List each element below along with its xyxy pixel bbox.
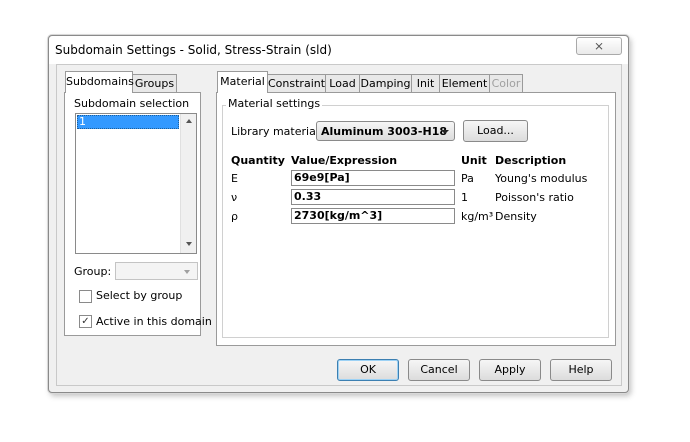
title-bar[interactable]: Subdomain Settings - Solid, Stress-Strai… — [49, 36, 628, 64]
tab-damping[interactable]: Damping — [359, 74, 412, 93]
library-material-label: Library material: — [231, 125, 323, 138]
dialog-window: Subdomain Settings - Solid, Stress-Strai… — [48, 35, 629, 393]
ok-button-label: OK — [360, 363, 376, 376]
value-rho-input[interactable]: 2730[kg/m^3] — [291, 208, 455, 224]
help-button[interactable]: Help — [550, 359, 612, 381]
header-description: Description — [495, 154, 567, 167]
select-by-group-checkbox[interactable] — [79, 290, 92, 303]
tab-constraint[interactable]: Constraint — [267, 74, 326, 93]
tab-color: Color — [489, 74, 523, 93]
library-material-value: Aluminum 3003-H18 — [321, 125, 447, 138]
quantity-rho: ρ — [231, 210, 238, 223]
scroll-up-button[interactable] — [181, 114, 197, 130]
description-rho: Density — [495, 210, 537, 223]
tab-color-label: Color — [491, 77, 521, 90]
dialog-client-area: Subdomains Groups Subdomain selection 1 — [56, 64, 622, 386]
tab-init[interactable]: Init — [411, 74, 440, 93]
tab-damping-label: Damping — [360, 77, 411, 90]
tab-constraint-label: Constraint — [268, 77, 326, 90]
cancel-button-label: Cancel — [420, 363, 458, 376]
arrow-down-icon — [186, 242, 192, 246]
scroll-down-button[interactable] — [181, 236, 197, 252]
help-button-label: Help — [568, 363, 594, 376]
apply-button-label: Apply — [494, 363, 526, 376]
window-title: Subdomain Settings - Solid, Stress-Strai… — [55, 43, 332, 57]
tab-subdomains-label: Subdomains — [66, 75, 134, 88]
tab-element-label: Element — [441, 77, 488, 90]
value-nu-text: 0.33 — [294, 190, 322, 203]
active-in-domain-checkbox[interactable]: ✓ — [79, 315, 92, 328]
list-item-label: 1 — [79, 115, 86, 128]
tab-load-label: Load — [329, 77, 356, 90]
value-nu-input[interactable]: 0.33 — [291, 189, 455, 205]
chevron-down-icon — [184, 270, 190, 274]
tab-material[interactable]: Material — [217, 71, 268, 93]
library-material-select[interactable]: Aluminum 3003-H18 — [316, 121, 455, 141]
group-label: Group: — [74, 265, 112, 278]
unit-rho: kg/m³ — [461, 210, 494, 223]
close-button[interactable]: ⨯ — [576, 37, 622, 55]
select-by-group-label: Select by group — [96, 289, 183, 302]
tab-element[interactable]: Element — [439, 74, 490, 93]
value-rho-text: 2730[kg/m^3] — [294, 209, 383, 222]
description-e: Young's modulus — [495, 172, 588, 185]
tab-subdomains[interactable]: Subdomains — [65, 71, 134, 93]
header-value: Value/Expression — [291, 154, 398, 167]
apply-button[interactable]: Apply — [479, 359, 541, 381]
close-icon: ⨯ — [593, 39, 605, 53]
tab-groups[interactable]: Groups — [132, 74, 177, 93]
active-in-domain-label: Active in this domain — [96, 315, 212, 328]
check-icon: ✓ — [81, 316, 90, 327]
cancel-button[interactable]: Cancel — [408, 359, 470, 381]
header-quantity: Quantity — [231, 154, 285, 167]
load-button[interactable]: Load... — [463, 120, 528, 142]
quantity-e: E — [231, 172, 238, 185]
arrow-up-icon — [186, 119, 192, 123]
subdomain-listbox[interactable]: 1 — [75, 113, 197, 254]
tab-load[interactable]: Load — [325, 74, 360, 93]
ok-button[interactable]: OK — [337, 359, 399, 381]
unit-nu: 1 — [461, 191, 468, 204]
tab-groups-label: Groups — [134, 77, 175, 90]
quantity-nu: ν — [231, 191, 238, 204]
load-button-label: Load... — [477, 124, 514, 137]
unit-e: Pa — [461, 172, 474, 185]
list-item[interactable]: 1 — [77, 115, 179, 129]
header-unit: Unit — [461, 154, 487, 167]
subdomains-panel: Subdomain selection 1 Group: Select by g… — [64, 92, 212, 336]
value-e-input[interactable]: 69e9[Pa] — [291, 170, 455, 186]
material-panel: Material settings Library material: Alum… — [216, 92, 616, 346]
list-scrollbar[interactable] — [180, 114, 196, 253]
chevron-down-icon — [441, 130, 449, 134]
description-nu: Poisson's ratio — [495, 191, 574, 204]
group-select[interactable] — [115, 262, 198, 280]
value-e-text: 69e9[Pa] — [294, 171, 350, 184]
tab-material-label: Material — [220, 75, 265, 88]
material-settings-title: Material settings — [226, 97, 323, 110]
subdomain-selection-label: Subdomain selection — [74, 97, 190, 110]
tab-init-label: Init — [416, 77, 435, 90]
